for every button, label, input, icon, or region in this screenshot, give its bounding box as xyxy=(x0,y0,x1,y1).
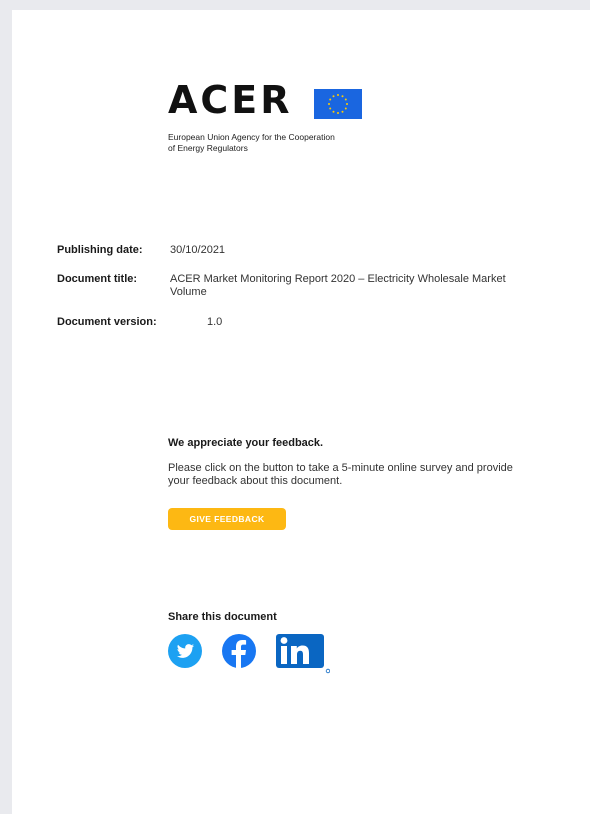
give-feedback-button[interactable]: GIVE FEEDBACK xyxy=(168,508,286,530)
eu-star xyxy=(341,95,344,98)
eu-star xyxy=(344,107,347,110)
feedback-text: Please click on the button to take a 5-m… xyxy=(168,462,513,487)
acer-wordmark: ACER xyxy=(168,78,293,122)
eu-star xyxy=(346,103,348,105)
eu-star xyxy=(332,95,335,98)
share-heading: Share this document xyxy=(168,611,277,623)
eu-star xyxy=(328,103,330,105)
eu-star xyxy=(329,98,332,101)
eu-flag-icon xyxy=(314,89,362,119)
agency-name-line2: of Energy Regulators xyxy=(168,143,248,153)
document-page: ACER European Union Agency for the Coope… xyxy=(12,10,590,814)
facebook-icon[interactable] xyxy=(222,634,256,668)
document-title-label: Document title: xyxy=(57,273,138,285)
eu-star xyxy=(337,94,339,96)
publishing-date-label: Publishing date: xyxy=(57,244,143,256)
document-version-label: Document version: xyxy=(57,316,157,328)
document-version-value: 1.0 xyxy=(207,316,223,328)
publishing-date-value: 30/10/2021 xyxy=(170,244,226,256)
eu-star xyxy=(337,112,339,114)
eu-star xyxy=(329,107,332,110)
linkedin-icon[interactable] xyxy=(276,634,330,674)
eu-star xyxy=(332,110,335,113)
twitter-icon[interactable] xyxy=(168,634,202,668)
agency-name-line1: European Union Agency for the Cooperatio… xyxy=(168,132,335,142)
document-title-value: ACER Market Monitoring Report 2020 – Ele… xyxy=(170,273,506,298)
eu-star xyxy=(341,110,344,113)
agency-name: European Union Agency for the Cooperatio… xyxy=(168,132,398,154)
feedback-heading: We appreciate your feedback. xyxy=(168,437,324,449)
eu-star xyxy=(344,98,347,101)
